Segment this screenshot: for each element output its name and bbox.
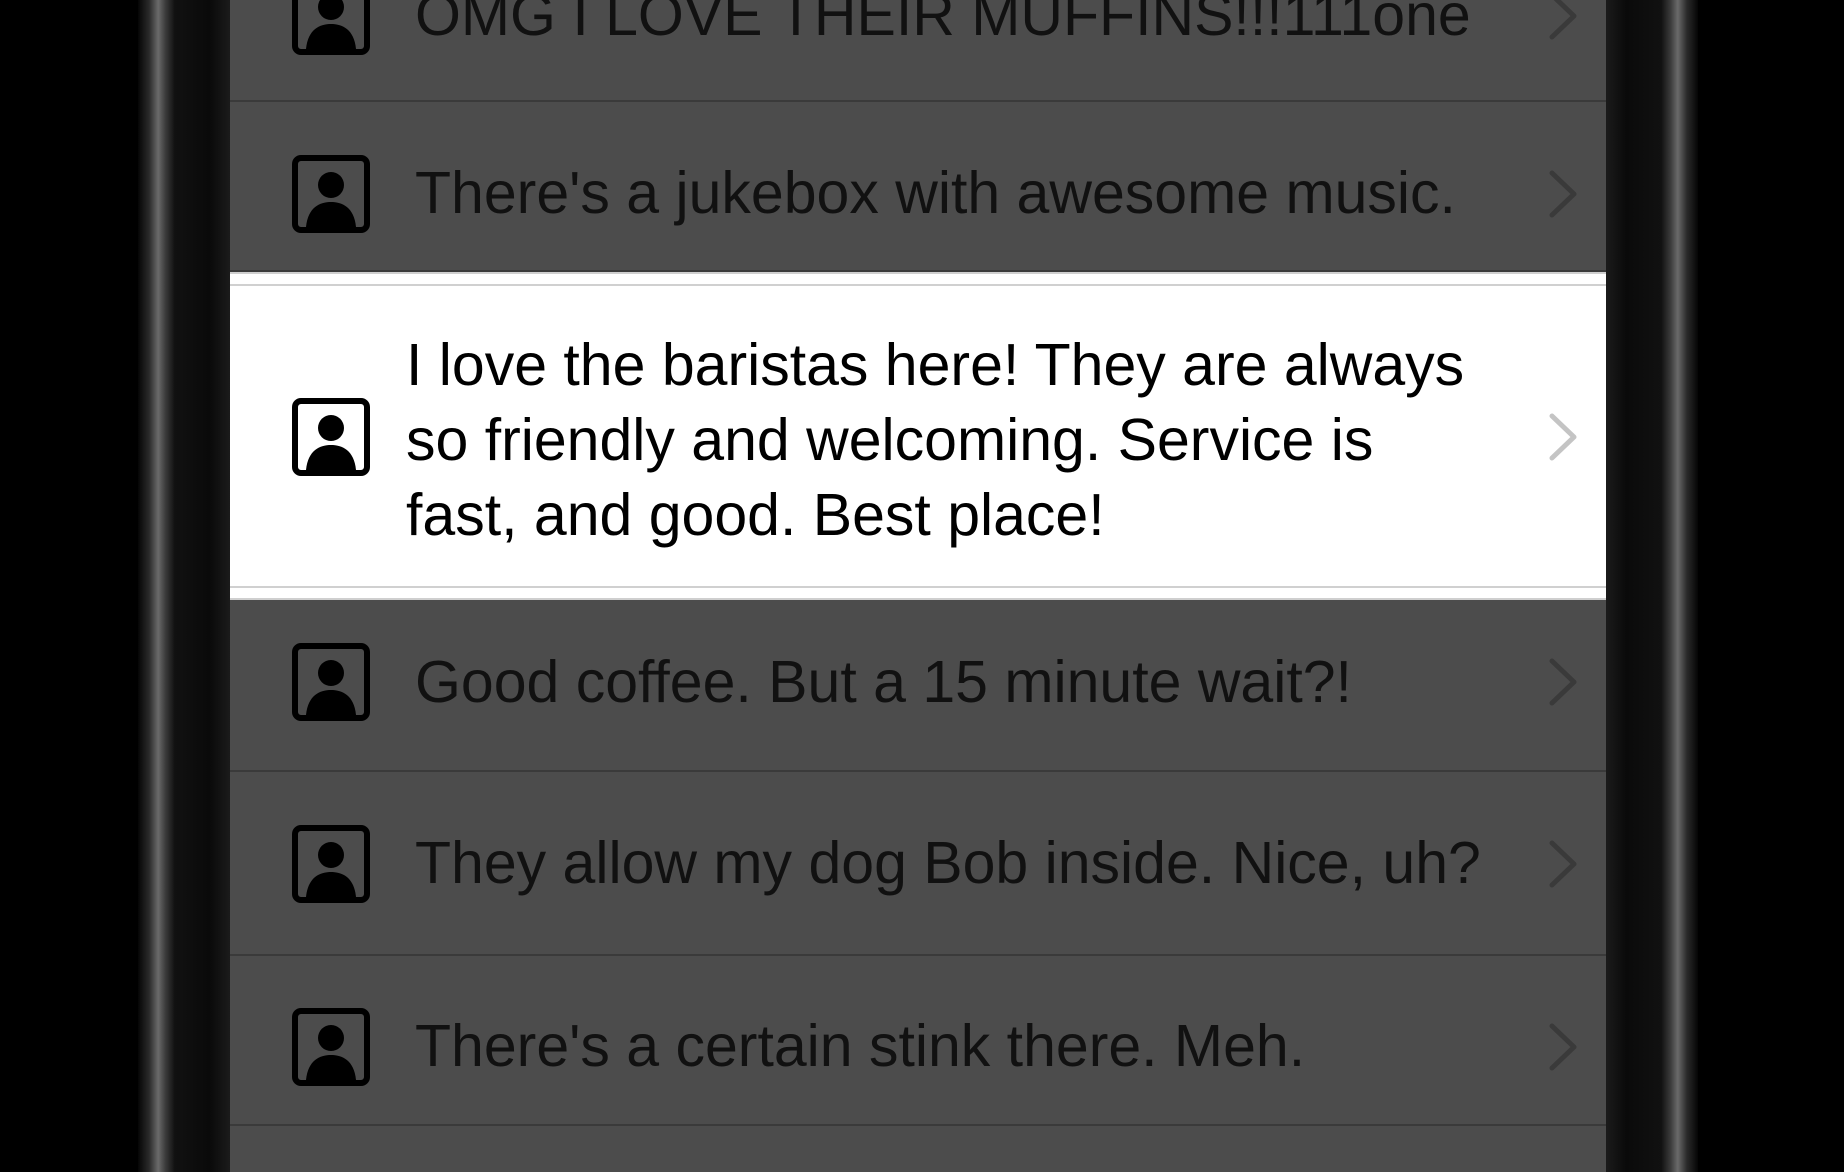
review-row[interactable]: Good coffee. But a 15 minute wait?! <box>230 600 1606 772</box>
review-row[interactable]: There's a certain stink there. Meh. <box>230 956 1606 1126</box>
chevron-right-icon <box>1549 658 1577 706</box>
person-icon <box>292 1008 370 1086</box>
review-row-selected[interactable]: I love the baristas here! They are alway… <box>230 272 1606 600</box>
review-list: OMG I LOVE THEIR MUFFINS!!!111one There'… <box>230 0 1606 1172</box>
review-text: There's a jukebox with awesome music. <box>415 160 1456 226</box>
person-icon <box>292 155 370 233</box>
chevron-right-icon <box>1549 0 1577 40</box>
person-icon <box>292 398 370 476</box>
review-text: They allow my dog Bob inside. Nice, uh? <box>415 830 1481 896</box>
review-text: OMG I LOVE THEIR MUFFINS!!!111one <box>415 0 1471 48</box>
review-text: I love the baristas here! They are alway… <box>406 332 1465 548</box>
chevron-right-icon <box>1549 840 1577 888</box>
chevron-right-icon <box>1549 170 1577 218</box>
app-stage: OMG I LOVE THEIR MUFFINS!!!111one There'… <box>0 0 1844 1172</box>
device-frame-left <box>138 0 230 1172</box>
review-row[interactable]: There's a jukebox with awesome music. <box>230 102 1606 272</box>
person-icon <box>292 0 370 55</box>
review-row[interactable] <box>230 1126 1606 1172</box>
chevron-right-icon <box>1549 1023 1577 1071</box>
person-icon <box>292 643 370 721</box>
chevron-right-icon <box>1549 413 1577 461</box>
device-frame-right <box>1606 0 1698 1172</box>
review-row[interactable]: OMG I LOVE THEIR MUFFINS!!!111one <box>230 0 1606 102</box>
review-text: Good coffee. But a 15 minute wait?! <box>415 649 1352 715</box>
person-icon <box>292 825 370 903</box>
review-row[interactable]: They allow my dog Bob inside. Nice, uh? <box>230 772 1606 956</box>
review-text: There's a certain stink there. Meh. <box>415 1013 1306 1079</box>
